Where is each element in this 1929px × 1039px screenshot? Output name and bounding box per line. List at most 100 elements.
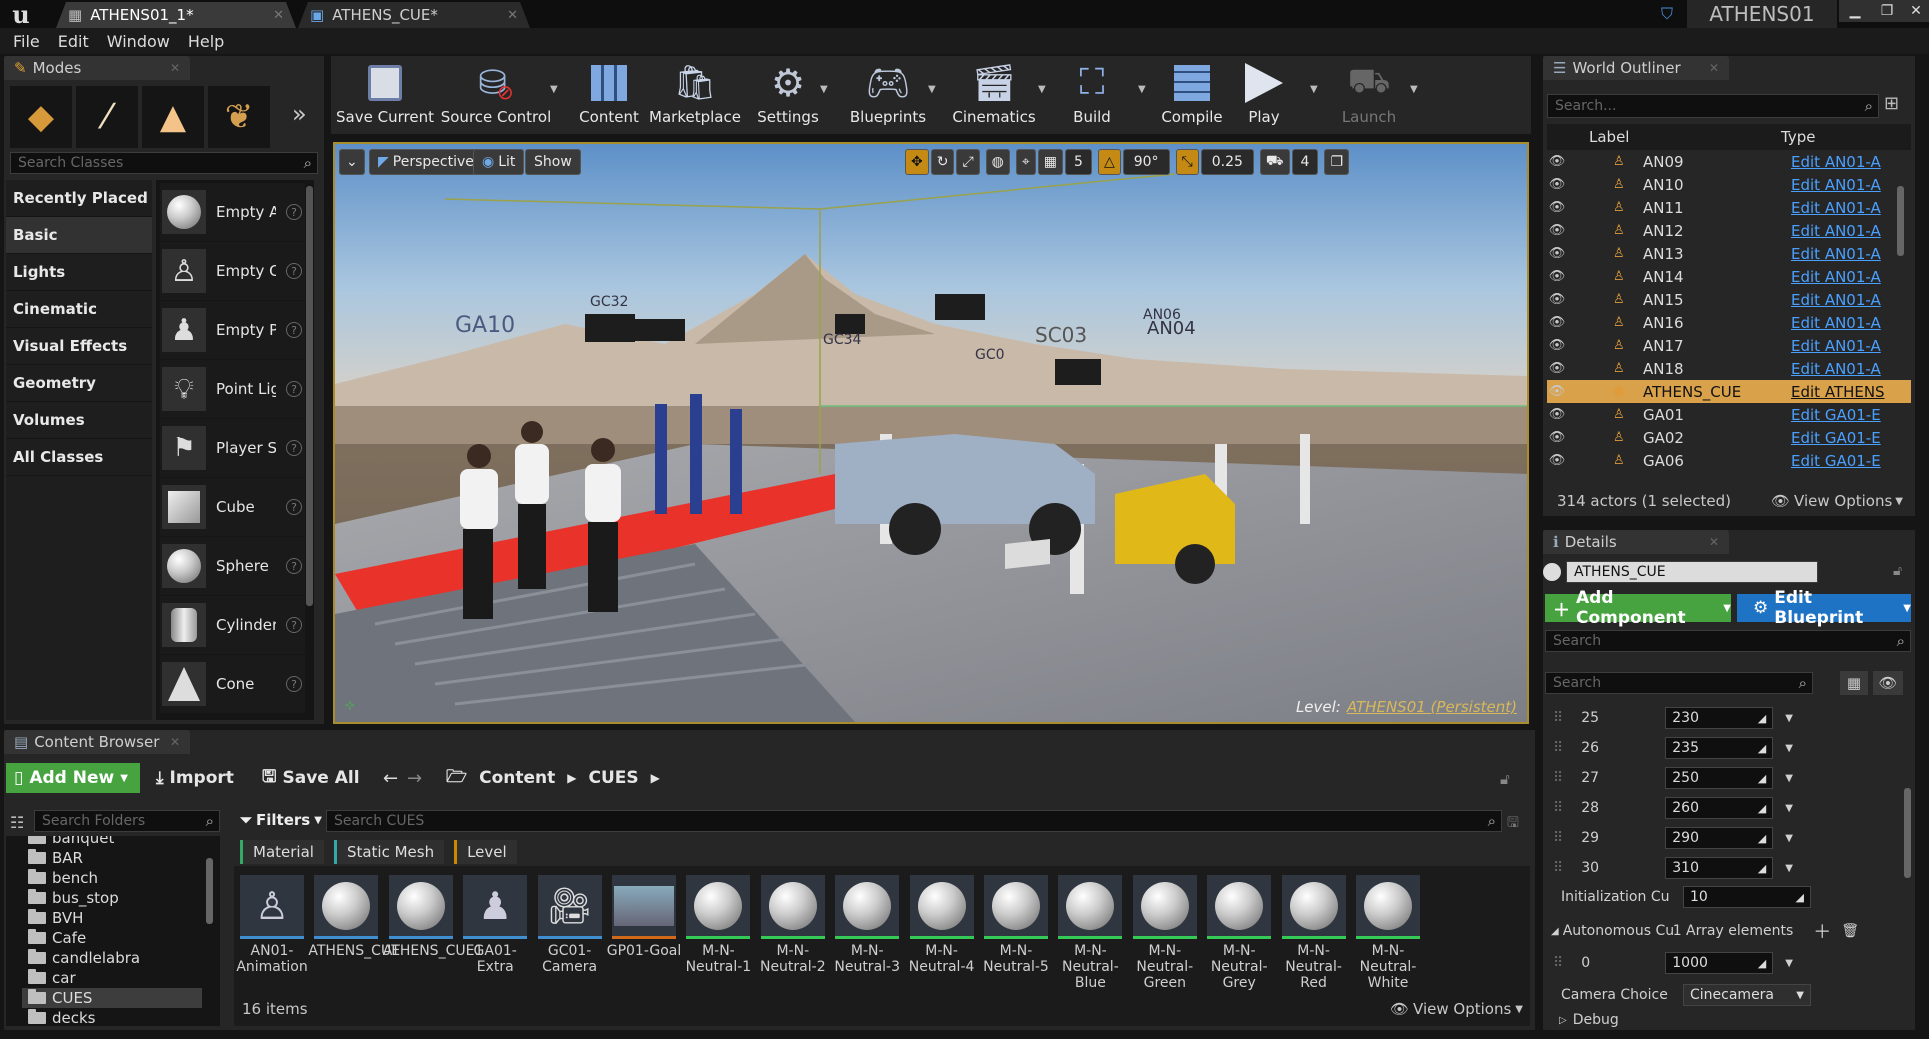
camera-speed-icon[interactable]: ⛟ — [1259, 149, 1290, 175]
drag-handle-icon[interactable]: ⠿ — [1553, 830, 1563, 846]
folder-item[interactable]: Cafe — [28, 928, 86, 948]
blueprints-dropdown-icon[interactable]: ▼ — [928, 84, 936, 95]
menu-edit[interactable]: Edit — [58, 32, 89, 51]
outliner-row-type-link[interactable]: Edit AN01-A — [1791, 360, 1885, 378]
asset-tile[interactable]: M-N-Neutral-Green — [1131, 875, 1199, 991]
camera-speed-value[interactable]: 4 — [1291, 149, 1319, 175]
initialization-field[interactable]: 10 ◢ — [1683, 886, 1811, 908]
compile-button[interactable]: Compile — [1160, 58, 1224, 130]
place-mode-icon[interactable]: ◆ — [10, 86, 72, 148]
category-recently-placed[interactable]: Recently Placed — [6, 180, 152, 217]
help-icon[interactable]: ? — [286, 322, 302, 338]
trash-icon[interactable]: 🗑︎ — [1841, 923, 1859, 939]
label-column-header[interactable]: Label — [1589, 128, 1781, 146]
eye-icon[interactable]: 👁︎ — [1547, 223, 1567, 238]
eye-icon[interactable]: 👁︎ — [1547, 315, 1567, 330]
close-icon[interactable]: ✕ — [170, 735, 180, 749]
asset-tile[interactable]: ♙ AN01-Animation — [236, 875, 308, 975]
add-actor-icon[interactable]: ⊞ — [1884, 93, 1899, 114]
property-matrix-icon[interactable]: ▦ — [1840, 671, 1868, 695]
details-search-input[interactable]: Search ⌕ — [1545, 672, 1813, 694]
close-icon[interactable]: ✕ — [1709, 535, 1719, 549]
save-all-button[interactable]: 🖫︎ Save All — [262, 763, 360, 793]
chevron-down-icon[interactable]: ▼ — [1785, 743, 1793, 754]
play-button[interactable]: Play — [1232, 58, 1296, 130]
outliner-row-type-link[interactable]: Edit AN01-A — [1791, 268, 1885, 286]
settings-dropdown-icon[interactable]: ▼ — [820, 84, 828, 95]
show-button[interactable]: Show — [525, 149, 581, 175]
place-item-empty-actor[interactable]: Empty Actor ? — [160, 183, 305, 241]
category-cinematic[interactable]: Cinematic — [6, 291, 152, 328]
scale-snap-icon[interactable]: ⤡ — [1175, 149, 1199, 175]
settings-button[interactable]: ⚙ Settings — [750, 58, 826, 130]
help-icon[interactable]: ? — [286, 499, 302, 515]
eye-icon[interactable]: 👁︎ — [1547, 338, 1567, 353]
rotate-icon[interactable]: ↻ — [930, 149, 955, 175]
folder-item[interactable]: candlelabra — [28, 948, 140, 968]
save-current-button[interactable]: Save Current — [336, 58, 434, 130]
close-icon[interactable]: ✕ — [507, 8, 518, 23]
lock-icon[interactable]: 🔓︎ — [1500, 770, 1510, 788]
filter-chip-static-mesh[interactable]: Static Mesh — [333, 840, 445, 864]
doc-tab-blueprint[interactable]: ▣ ATHENS_CUE* ✕ — [298, 2, 530, 28]
source-control-icon[interactable]: ⛉ — [1661, 4, 1673, 24]
type-column-header[interactable]: Type — [1781, 128, 1815, 146]
viewport-options-button[interactable]: ⌄ — [339, 149, 365, 175]
outliner-row-type-link[interactable]: Edit AN01-A — [1791, 314, 1885, 332]
lock-icon[interactable]: 🔓︎ — [1893, 563, 1902, 579]
asset-tile[interactable]: M-N-Neutral-White — [1354, 875, 1422, 991]
category-all-classes[interactable]: All Classes — [6, 439, 152, 476]
chevron-down-icon[interactable]: ▼ — [1785, 958, 1793, 969]
import-button[interactable]: ⤓ Import — [156, 763, 234, 793]
folder-item[interactable]: BVH — [28, 908, 83, 928]
save-search-icon[interactable]: 🖫︎ — [1507, 812, 1519, 836]
drag-handle-icon[interactable]: ⠿ — [1553, 740, 1563, 756]
help-icon[interactable]: ? — [286, 381, 302, 397]
outliner-row-type-link[interactable]: Edit AN01-A — [1791, 337, 1885, 355]
view-options-button[interactable]: 👁︎ View Options ▼ — [1771, 492, 1903, 510]
expand-arrow-icon[interactable]: ◢ — [1551, 926, 1559, 937]
place-item-sphere[interactable]: Sphere ? — [160, 537, 305, 595]
content-browser-tab[interactable]: ▤ Content Browser ✕ — [4, 730, 190, 754]
place-item-point-light[interactable]: 💡︎ Point Light ? — [160, 360, 305, 418]
add-new-button[interactable]: ▯ Add New ▼ — [6, 763, 140, 793]
outliner-row-type-link[interactable]: Edit AN01-A — [1791, 222, 1885, 240]
outliner-row[interactable]: 👁︎ ♙ GA06 Edit GA01-E — [1547, 449, 1911, 472]
outliner-row[interactable]: 👁︎ ♙ GA02 Edit GA01-E — [1547, 426, 1911, 449]
outliner-row[interactable]: 👁︎ ♙ AN09 Edit AN01-A — [1547, 150, 1911, 173]
eye-icon[interactable]: 👁︎ — [1547, 453, 1567, 468]
lit-button[interactable]: ◉ Lit — [473, 149, 525, 175]
outliner-row-type-link[interactable]: Edit AN01-A — [1791, 245, 1885, 263]
breadcrumb-content[interactable]: Content — [479, 768, 555, 788]
search-folders-input[interactable]: Search Folders ⌕ — [34, 810, 220, 832]
details-scrollbar[interactable] — [1904, 788, 1911, 878]
asset-tile[interactable]: M-N-Neutral-5 — [982, 875, 1050, 975]
outliner-row-type-link[interactable]: Edit GA01-E — [1791, 406, 1885, 424]
category-basic[interactable]: Basic — [6, 217, 152, 254]
array-value-field[interactable]: 290 ◢ — [1665, 827, 1774, 849]
close-window-button[interactable]: ✕ — [1903, 0, 1929, 22]
category-visual-effects[interactable]: Visual Effects — [6, 328, 152, 365]
close-icon[interactable]: ✕ — [1709, 61, 1719, 75]
source-control-dropdown-icon[interactable]: ▼ — [550, 84, 558, 95]
place-item-cube[interactable]: Cube ? — [160, 478, 305, 536]
folder-item[interactable]: banquet — [28, 836, 114, 848]
folder-item[interactable]: CUES — [22, 988, 202, 1008]
eye-icon[interactable]: 👁︎ — [1873, 671, 1903, 695]
chevron-down-icon[interactable]: ▼ — [1785, 833, 1793, 844]
help-icon[interactable]: ? — [286, 676, 302, 692]
eye-icon[interactable]: 👁︎ — [1547, 200, 1567, 215]
place-item-cone[interactable]: Cone ? — [160, 655, 305, 713]
outliner-row[interactable]: 👁︎ ♙ AN10 Edit AN01-A — [1547, 173, 1911, 196]
translate-icon[interactable]: ✥ — [905, 149, 929, 175]
scale-icon[interactable]: ⤢ — [956, 149, 980, 175]
debug-row[interactable]: ▷ Debug — [1547, 1008, 1911, 1032]
asset-tile[interactable]: ♟ GA01-Extra — [461, 875, 529, 975]
chevron-right-icon[interactable]: ▶ — [651, 771, 660, 785]
category-lights[interactable]: Lights — [6, 254, 152, 291]
asset-tile[interactable]: ATHENS_CUE1 — [383, 875, 483, 959]
folder-item[interactable]: BAR — [28, 848, 83, 868]
outliner-row-type-link[interactable]: Edit GA01-E — [1791, 452, 1885, 470]
rotation-snap-icon[interactable]: △ — [1097, 149, 1121, 175]
source-control-button[interactable]: ⛁ ⊘ Source Control — [440, 58, 552, 130]
